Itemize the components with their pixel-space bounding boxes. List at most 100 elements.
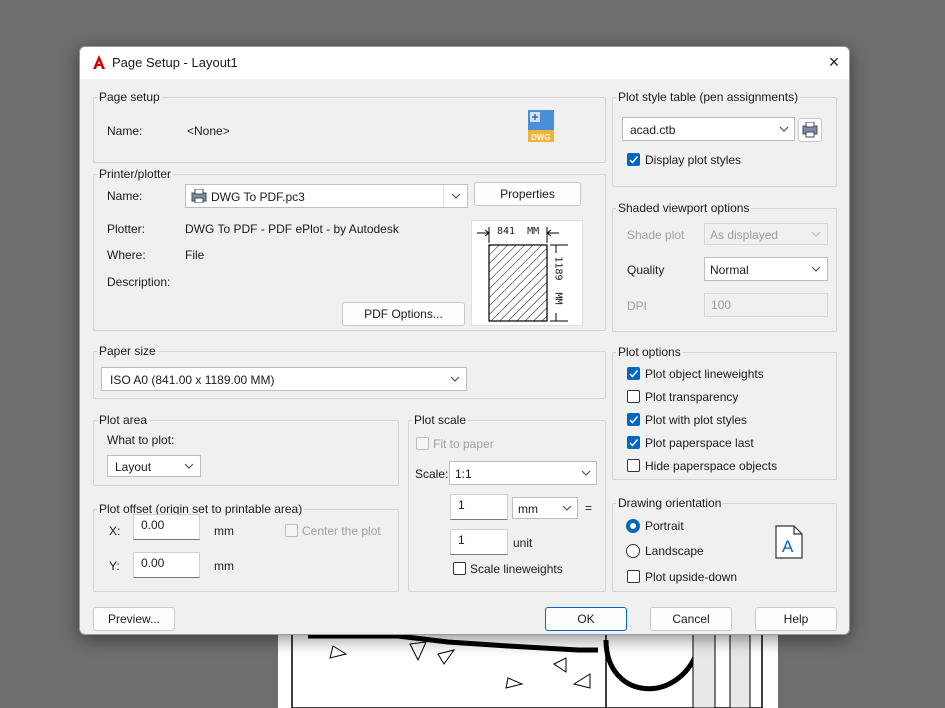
shade-plot-label: Shade plot bbox=[627, 228, 685, 242]
chevron-down-icon bbox=[449, 189, 463, 203]
chevron-down-icon bbox=[809, 262, 823, 276]
offset-x-input[interactable]: 0.00 bbox=[133, 514, 200, 540]
paper-size-legend: Paper size bbox=[97, 344, 158, 358]
plot-transparency-checkbox[interactable] bbox=[627, 390, 640, 403]
quality-label: Quality bbox=[627, 263, 665, 277]
plotter-value: DWG To PDF - PDF ePlot - by Autodesk bbox=[185, 222, 399, 236]
plot-style-table-legend: Plot style table (pen assignments) bbox=[616, 90, 801, 104]
portrait-label: Portrait bbox=[645, 519, 684, 533]
offset-x-label: X: bbox=[109, 524, 121, 538]
quality-select[interactable]: Normal bbox=[704, 257, 828, 281]
shade-plot-value: As displayed bbox=[710, 228, 779, 242]
page-setup-dialog: Page Setup - Layout1 × Page setup Name: … bbox=[79, 46, 850, 635]
what-to-plot-select[interactable]: Layout bbox=[107, 455, 201, 477]
chevron-down-icon bbox=[809, 227, 823, 241]
scale-value: 1:1 bbox=[455, 467, 472, 481]
hide-paperspace-objects-checkbox[interactable] bbox=[627, 459, 640, 472]
close-icon[interactable]: × bbox=[825, 52, 843, 72]
scale-num2-input[interactable]: 1 bbox=[450, 529, 508, 555]
portrait-radio[interactable] bbox=[626, 519, 640, 533]
plot-offset-legend: Plot offset (origin set to printable are… bbox=[97, 502, 305, 516]
offset-y-input[interactable]: 0.00 bbox=[133, 552, 200, 578]
printer-name-value: DWG To PDF.pc3 bbox=[211, 190, 305, 204]
plotter-icon bbox=[191, 188, 207, 204]
scale-num1-input[interactable]: 1 bbox=[450, 494, 508, 520]
paper-size-select[interactable]: ISO A0 (841.00 x 1189.00 MM) bbox=[101, 367, 467, 391]
scale-select[interactable]: 1:1 bbox=[449, 461, 597, 485]
page-setup-name-label: Name: bbox=[107, 124, 143, 138]
scale-unit-select[interactable]: mm bbox=[512, 497, 578, 519]
fit-to-paper-label: Fit to paper bbox=[433, 437, 494, 451]
plot-paperspace-last-checkbox[interactable] bbox=[627, 436, 640, 449]
preview-button[interactable]: Preview... bbox=[93, 607, 175, 631]
where-value: File bbox=[185, 248, 205, 262]
landscape-radio[interactable] bbox=[626, 544, 640, 558]
quality-value: Normal bbox=[710, 263, 749, 277]
plot-with-plot-styles-label: Plot with plot styles bbox=[645, 413, 748, 427]
printer-name-label: Name: bbox=[107, 189, 143, 203]
printer-name-select[interactable]: DWG To PDF.pc3 bbox=[185, 184, 468, 208]
offset-y-label: Y: bbox=[109, 559, 120, 573]
dpi-value: 100 bbox=[711, 298, 732, 312]
plot-transparency-label: Plot transparency bbox=[645, 390, 739, 404]
plot-style-edit-icon bbox=[802, 121, 818, 138]
ok-button[interactable]: OK bbox=[545, 607, 627, 631]
description-label: Description: bbox=[107, 275, 171, 289]
hide-paperspace-objects-label: Hide paperspace objects bbox=[645, 459, 778, 473]
chevron-down-icon bbox=[579, 466, 593, 480]
scale-lineweights-label: Scale lineweights bbox=[470, 562, 563, 576]
offset-y-unit: mm bbox=[214, 559, 234, 573]
plot-with-plot-styles-checkbox[interactable] bbox=[627, 413, 640, 426]
plot-options-legend: Plot options bbox=[616, 345, 683, 359]
scale-unit-value: mm bbox=[518, 502, 538, 516]
dialog-title: Page Setup - Layout1 bbox=[112, 55, 238, 70]
scale-label: Scale: bbox=[415, 467, 449, 481]
portrait-page-icon: A bbox=[775, 525, 803, 559]
plot-object-lineweights-checkbox[interactable] bbox=[627, 367, 640, 380]
plot-upside-down-checkbox[interactable] bbox=[627, 570, 640, 583]
plot-area-legend: Plot area bbox=[97, 413, 150, 427]
svg-text:A: A bbox=[782, 537, 794, 556]
plot-paperspace-last-label: Plot paperspace last bbox=[645, 436, 754, 450]
select-divider bbox=[443, 185, 444, 207]
drawing-orientation-legend: Drawing orientation bbox=[616, 496, 724, 510]
cancel-button[interactable]: Cancel bbox=[650, 607, 732, 631]
chevron-down-icon bbox=[560, 501, 574, 515]
pdf-options-button[interactable]: PDF Options... bbox=[342, 302, 465, 326]
chevron-down-icon bbox=[448, 372, 462, 386]
help-button[interactable]: Help bbox=[755, 607, 837, 631]
where-label: Where: bbox=[107, 248, 146, 262]
printer-plotter-legend: Printer/plotter bbox=[97, 167, 174, 181]
dpi-input[interactable]: 100 bbox=[704, 293, 828, 317]
display-plot-styles-checkbox[interactable] bbox=[627, 153, 640, 166]
center-plot-label: Center the plot bbox=[302, 524, 381, 538]
equals-sign: = bbox=[585, 501, 593, 515]
fit-to-paper-checkbox[interactable] bbox=[416, 437, 429, 450]
page-setup-legend: Page setup bbox=[97, 90, 162, 104]
landscape-label: Landscape bbox=[645, 544, 704, 558]
scale-unit2-label: unit bbox=[513, 536, 533, 550]
edit-plot-style-button[interactable] bbox=[798, 118, 822, 142]
plot-object-lineweights-label: Plot object lineweights bbox=[645, 367, 764, 381]
offset-x-unit: mm bbox=[214, 524, 234, 538]
preview-height-label: 1189 MM bbox=[552, 256, 564, 305]
plot-style-table-value: acad.ctb bbox=[630, 123, 676, 137]
scale-lineweights-checkbox[interactable] bbox=[453, 562, 466, 575]
shade-plot-select[interactable]: As displayed bbox=[704, 223, 828, 245]
center-plot-checkbox[interactable] bbox=[285, 524, 298, 537]
plot-scale-legend: Plot scale bbox=[412, 413, 469, 427]
paper-preview: 841 MM 1189 MM bbox=[471, 220, 583, 326]
what-to-plot-label: What to plot: bbox=[107, 433, 175, 447]
paper-size-value: ISO A0 (841.00 x 1189.00 MM) bbox=[110, 373, 275, 387]
display-plot-styles-label: Display plot styles bbox=[645, 153, 742, 167]
chevron-down-icon bbox=[777, 122, 791, 136]
plot-style-table-select[interactable]: acad.ctb bbox=[622, 117, 795, 141]
plot-upside-down-label: Plot upside-down bbox=[645, 570, 738, 584]
page-setup-name-value: <None> bbox=[187, 124, 230, 138]
preview-width-label: 841 MM bbox=[497, 226, 540, 237]
title-bar[interactable]: Page Setup - Layout1 × bbox=[80, 47, 849, 79]
dwg-file-icon: DWG bbox=[528, 110, 554, 142]
plotter-label: Plotter: bbox=[107, 222, 146, 236]
autocad-logo-icon bbox=[92, 54, 106, 70]
properties-button[interactable]: Properties bbox=[474, 182, 581, 206]
